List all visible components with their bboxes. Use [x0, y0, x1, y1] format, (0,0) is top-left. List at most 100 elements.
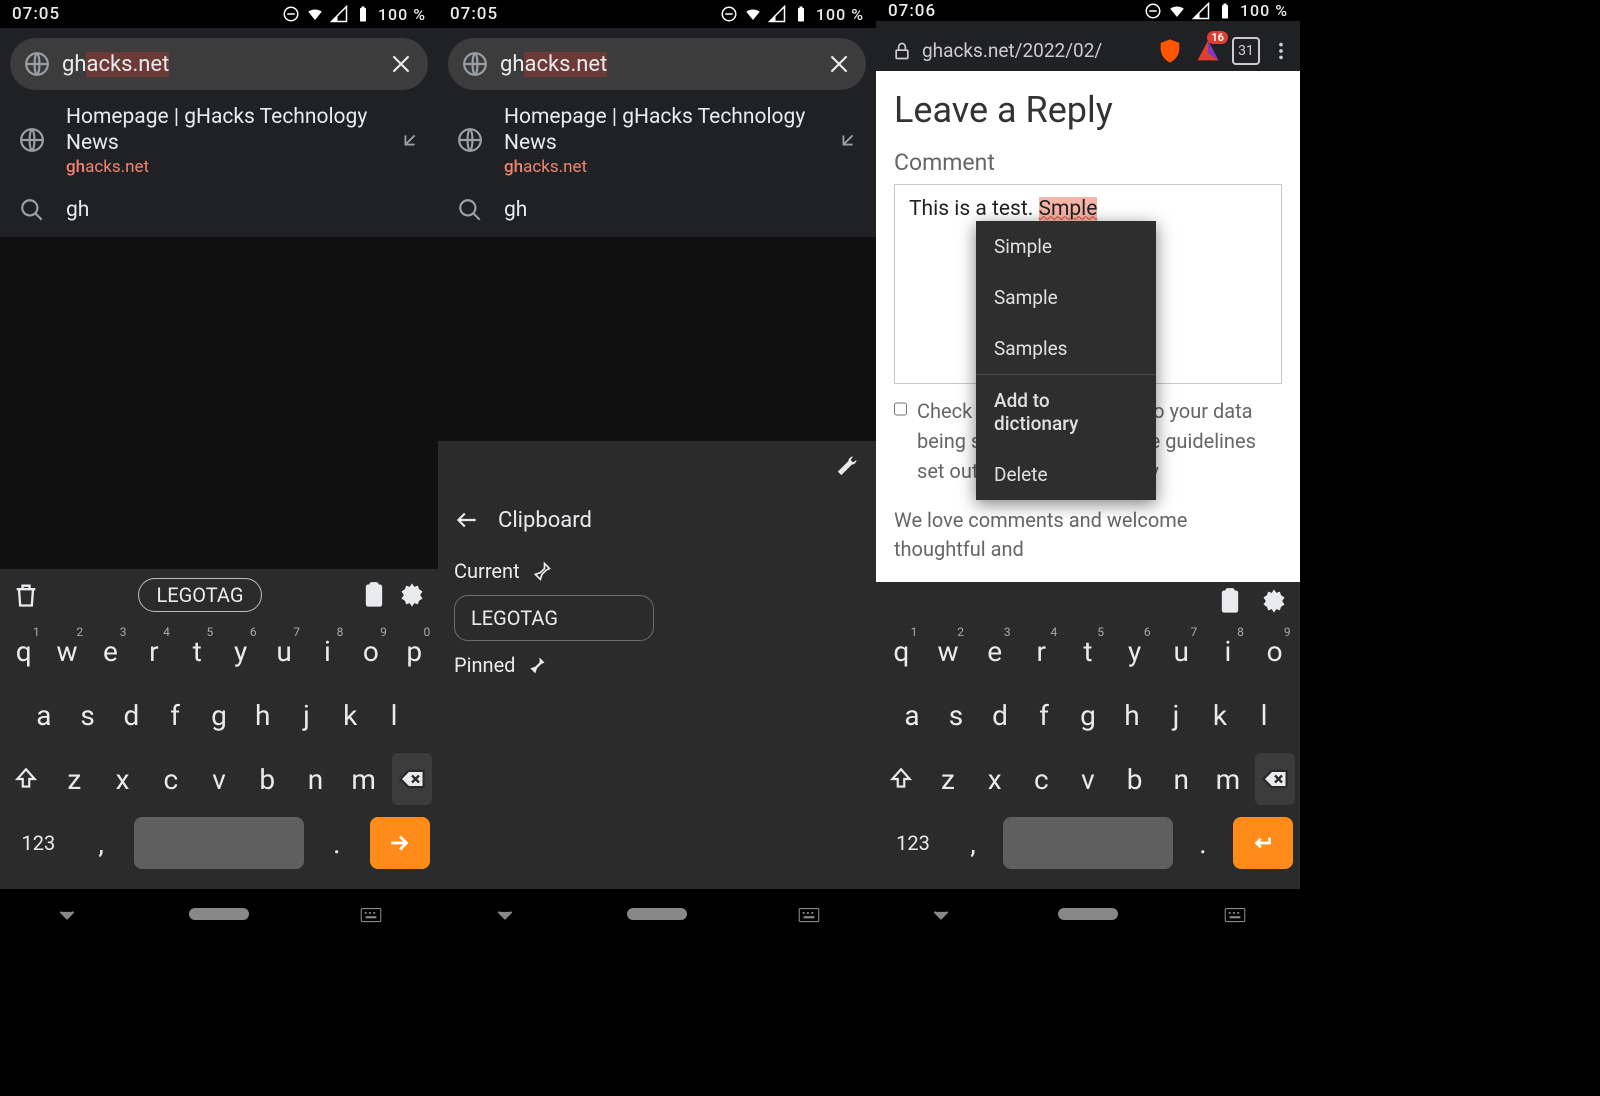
key-h[interactable]: h: [1112, 689, 1152, 741]
key-e[interactable]: 3e: [975, 625, 1015, 677]
key-m[interactable]: m: [1208, 753, 1248, 805]
key-comma[interactable]: ,: [953, 817, 993, 869]
key-m[interactable]: m: [344, 753, 384, 805]
brave-rewards-icon[interactable]: 16: [1194, 37, 1222, 65]
insert-arrow-icon[interactable]: [399, 129, 421, 151]
back-arrow-icon[interactable]: [454, 507, 480, 533]
key-p[interactable]: 0p: [394, 625, 434, 677]
clipboard-icon[interactable]: [360, 581, 388, 609]
key-b[interactable]: b: [247, 753, 287, 805]
hide-keyboard-icon[interactable]: [492, 901, 518, 927]
delete-option[interactable]: Delete: [976, 449, 1156, 500]
key-k[interactable]: k: [330, 689, 370, 741]
key-x[interactable]: x: [103, 753, 143, 805]
key-backspace[interactable]: [392, 753, 432, 805]
key-u[interactable]: 7u: [264, 625, 304, 677]
key-d[interactable]: d: [111, 689, 151, 741]
add-to-dictionary[interactable]: Add to dictionary: [976, 374, 1156, 449]
keyboard[interactable]: 1q 2w 3e 4r 5t 6y 7u 8i 9o 0p a s d f g …: [0, 621, 438, 889]
key-c[interactable]: c: [1021, 753, 1061, 805]
key-y[interactable]: 6y: [221, 625, 261, 677]
key-b[interactable]: b: [1115, 753, 1155, 805]
key-e[interactable]: 3e: [90, 625, 130, 677]
key-a[interactable]: a: [892, 689, 932, 741]
pin-icon[interactable]: [532, 561, 552, 581]
key-u[interactable]: 7u: [1161, 625, 1201, 677]
key-q[interactable]: 1q: [4, 625, 44, 677]
key-g[interactable]: g: [199, 689, 239, 741]
suggestion-sample[interactable]: Sample: [976, 272, 1156, 323]
key-a[interactable]: a: [24, 689, 64, 741]
insert-arrow-icon[interactable]: [837, 129, 859, 151]
trash-icon[interactable]: [12, 581, 40, 609]
clipboard-item[interactable]: LEGOTAG: [454, 595, 654, 641]
key-t[interactable]: 5t: [177, 625, 217, 677]
key-y[interactable]: 6y: [1115, 625, 1155, 677]
key-l[interactable]: l: [374, 689, 414, 741]
hide-keyboard-icon[interactable]: [928, 901, 954, 927]
clear-icon[interactable]: [388, 51, 414, 77]
clear-icon[interactable]: [826, 51, 852, 77]
key-z[interactable]: z: [54, 753, 94, 805]
key-period[interactable]: .: [1183, 817, 1223, 869]
key-f[interactable]: f: [1024, 689, 1064, 741]
key-h[interactable]: h: [243, 689, 283, 741]
key-c[interactable]: c: [151, 753, 191, 805]
key-x[interactable]: x: [975, 753, 1015, 805]
key-123[interactable]: 123: [883, 817, 943, 869]
key-123[interactable]: 123: [8, 817, 68, 869]
home-pill[interactable]: [1058, 908, 1118, 920]
key-i[interactable]: 8i: [1208, 625, 1248, 677]
home-pill[interactable]: [627, 908, 687, 920]
keyboard[interactable]: 1q 2w 3e 4r 5t 6y 7u 8i 9o a s d f g h j…: [876, 621, 1300, 889]
keyboard-switch-icon[interactable]: [796, 901, 822, 927]
gear-icon[interactable]: [398, 581, 426, 609]
keyboard-switch-icon[interactable]: [358, 901, 384, 927]
key-r[interactable]: 4r: [1021, 625, 1061, 677]
key-l[interactable]: l: [1244, 689, 1284, 741]
suggestion-simple[interactable]: Simple: [976, 221, 1156, 272]
suggestion-row-history[interactable]: Homepage | gHacks Technology News ghacks…: [0, 90, 438, 191]
keyboard-switch-icon[interactable]: [1222, 901, 1248, 927]
gear-icon[interactable]: [1260, 587, 1288, 615]
wrench-icon[interactable]: [832, 453, 860, 481]
key-z[interactable]: z: [928, 753, 968, 805]
lock-icon[interactable]: [892, 41, 912, 61]
key-enter[interactable]: [1233, 817, 1293, 869]
key-s[interactable]: s: [936, 689, 976, 741]
misspelled-word[interactable]: Smple: [1039, 197, 1098, 221]
hide-keyboard-icon[interactable]: [54, 901, 80, 927]
url-bar[interactable]: ghacks.net: [10, 38, 428, 90]
key-n[interactable]: n: [1161, 753, 1201, 805]
suggestion-samples[interactable]: Samples: [976, 323, 1156, 374]
key-k[interactable]: k: [1200, 689, 1240, 741]
suggestion-row-history[interactable]: Homepage | gHacks Technology News ghacks…: [438, 90, 876, 191]
key-q[interactable]: 1q: [881, 625, 921, 677]
key-j[interactable]: j: [1156, 689, 1196, 741]
key-r[interactable]: 4r: [134, 625, 174, 677]
key-g[interactable]: g: [1068, 689, 1108, 741]
clipboard-chip[interactable]: LEGOTAG: [138, 578, 263, 612]
url-text[interactable]: ghacks.net/2022/02/: [922, 39, 1146, 62]
brave-shield-icon[interactable]: [1156, 37, 1184, 65]
key-o[interactable]: 9o: [1255, 625, 1295, 677]
key-o[interactable]: 9o: [351, 625, 391, 677]
key-space[interactable]: [1003, 817, 1173, 869]
url-bar[interactable]: ghacks.net: [448, 38, 866, 90]
key-shift[interactable]: [881, 753, 921, 805]
key-i[interactable]: 8i: [307, 625, 347, 677]
more-menu-icon[interactable]: [1270, 40, 1292, 62]
key-shift[interactable]: [6, 753, 46, 805]
key-comma[interactable]: ,: [81, 817, 121, 869]
key-v[interactable]: v: [1068, 753, 1108, 805]
suggestion-row-search[interactable]: gh: [438, 191, 876, 237]
key-f[interactable]: f: [155, 689, 195, 741]
clipboard-icon[interactable]: [1216, 587, 1244, 615]
key-d[interactable]: d: [980, 689, 1020, 741]
key-space[interactable]: [134, 817, 304, 869]
consent-checkbox[interactable]: [894, 400, 907, 418]
key-w[interactable]: 2w: [47, 625, 87, 677]
key-s[interactable]: s: [68, 689, 108, 741]
home-pill[interactable]: [189, 908, 249, 920]
key-backspace[interactable]: [1255, 753, 1295, 805]
